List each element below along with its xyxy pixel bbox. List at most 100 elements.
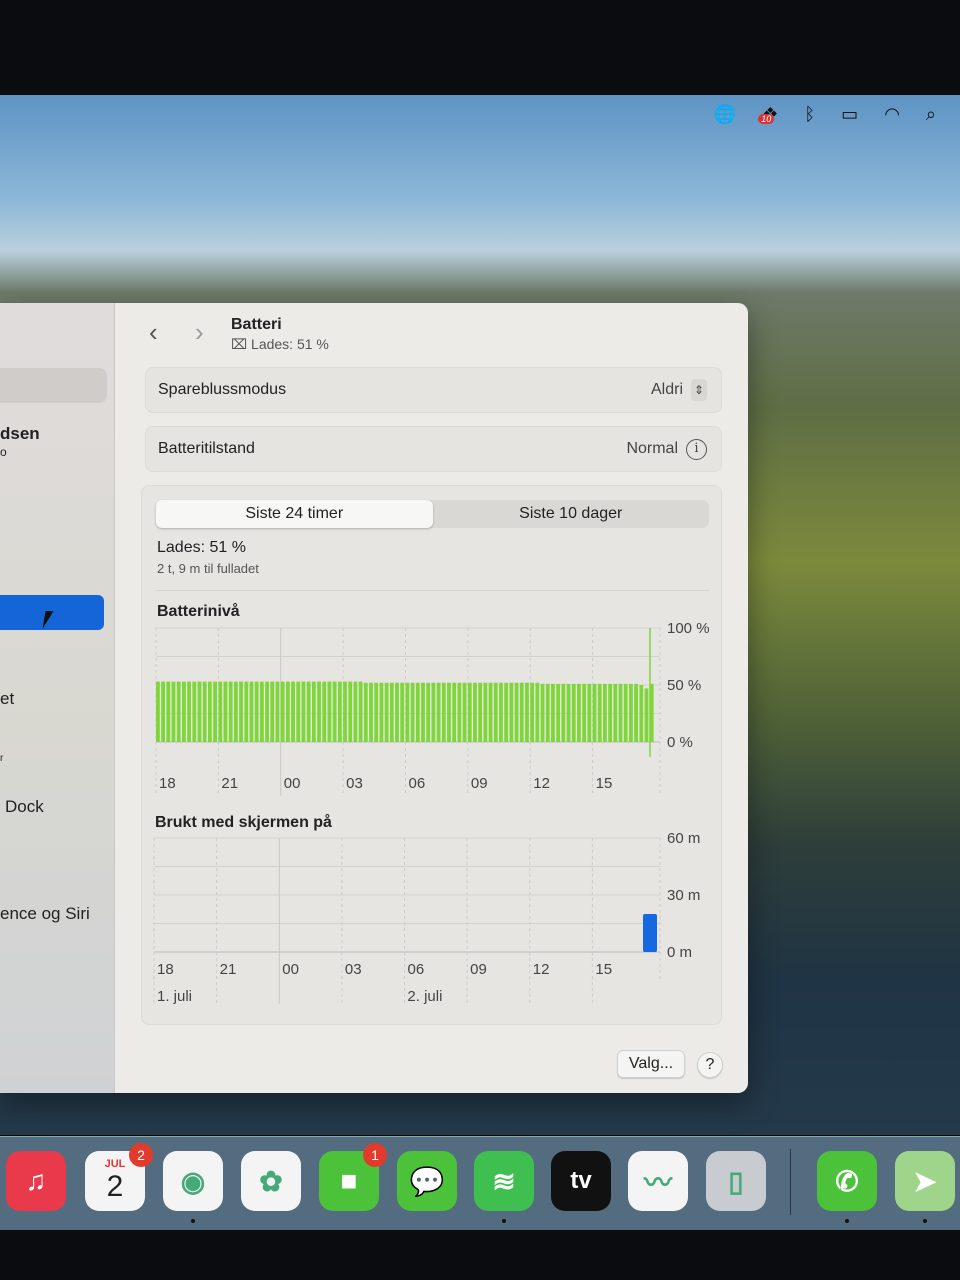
- battery-level-bar: [405, 682, 410, 742]
- music-icon[interactable]: ♫: [6, 1151, 66, 1211]
- battery-level-bar: [623, 683, 628, 742]
- battery-level-bar: [462, 682, 467, 742]
- battery-level-bar: [488, 682, 493, 742]
- battery-level-bar: [514, 682, 519, 742]
- battery-level-bar: [400, 682, 405, 742]
- battery-level-bar: [332, 681, 337, 742]
- battery-level-bar: [192, 681, 197, 742]
- running-indicator: [502, 1219, 506, 1223]
- x-tick-label: 03: [345, 961, 362, 978]
- battery-level-bar: [436, 682, 441, 742]
- battery-level-bar: [493, 682, 498, 742]
- battery-level-bar: [218, 681, 223, 742]
- x-tick-label: 18: [159, 775, 176, 792]
- battery-level-bar: [603, 683, 607, 742]
- dock-separator: [790, 1149, 791, 1215]
- y-tick-label: 0 m: [667, 944, 692, 961]
- battery-level-bar: [327, 681, 332, 742]
- battery-level-bar: [467, 682, 472, 742]
- x-tick-label: 15: [595, 961, 612, 978]
- battery-level-bar: [275, 681, 280, 742]
- running-indicator: [845, 1219, 849, 1223]
- battery-level-bar: [254, 681, 259, 742]
- battery-level-bar: [587, 683, 592, 742]
- running-indicator: [191, 1219, 195, 1223]
- x-tick-label: 09: [470, 961, 487, 978]
- battery-level-bar: [644, 688, 649, 742]
- battery-level-bar: [285, 681, 290, 742]
- battery-level-bar: [322, 681, 327, 742]
- battery-level-bar: [213, 681, 217, 742]
- x-tick-label: 00: [282, 961, 299, 978]
- calendar-icon[interactable]: JUL 2 2: [85, 1143, 153, 1211]
- battery-level-bar: [519, 682, 524, 742]
- y-tick-label: 60 m: [667, 830, 700, 847]
- battery-level-bar: [306, 681, 311, 742]
- dock: ♫ JUL 2 2 ◉ ✿ ■ 1 💬 ≋ tv 〰 ▯ ✆ ➤: [0, 1136, 960, 1230]
- whatsapp-icon[interactable]: ✆: [817, 1151, 877, 1223]
- battery-level-bar: [530, 682, 535, 742]
- messages-icon[interactable]: 💬: [397, 1151, 457, 1211]
- battery-level-bar: [597, 683, 602, 742]
- maps-icon[interactable]: ➤: [895, 1151, 955, 1223]
- battery-level-bar: [431, 682, 436, 742]
- battery-level-bar: [301, 681, 306, 742]
- battery-level-bar: [613, 683, 618, 742]
- battery-level-bar: [457, 682, 462, 742]
- battery-level-bar: [202, 681, 207, 742]
- battery-level-bar: [270, 681, 275, 742]
- battery-level-bar: [337, 681, 342, 742]
- notification-badge: 1: [363, 1143, 387, 1167]
- battery-level-bar: [639, 685, 644, 742]
- date-label: 1. juli: [157, 988, 192, 1005]
- battery-level-bar: [369, 682, 373, 742]
- battery-level-bar: [441, 682, 446, 742]
- charts-layer: 18 21 00 03 06 09 12 15 100 % 50 % 0 % 18 21 00 03 06 0…: [153, 620, 710, 1005]
- calendar-month: JUL: [104, 1158, 126, 1170]
- spotify-icon[interactable]: ≋: [474, 1151, 534, 1223]
- battery-level-bar: [410, 682, 415, 742]
- battery-level-bar: [166, 681, 171, 742]
- battery-level-bar: [577, 683, 581, 742]
- battery-level-bar: [311, 681, 316, 742]
- battery-level-bar: [384, 682, 389, 742]
- battery-level-bar: [348, 681, 353, 742]
- battery-level-chart: 18 21 00 03 06 09 12 15 100 % 50 % 0 %: [155, 620, 710, 796]
- chrome-icon[interactable]: ◉: [163, 1151, 223, 1223]
- battery-level-bar: [176, 681, 181, 742]
- battery-level-bar: [473, 682, 477, 742]
- running-indicator: [923, 1219, 927, 1223]
- notification-badge: 2: [129, 1143, 153, 1167]
- facetime-icon[interactable]: ■ 1: [319, 1143, 387, 1211]
- x-tick-label: 06: [408, 961, 425, 978]
- battery-level-bar: [363, 682, 368, 742]
- battery-level-bar: [478, 682, 483, 742]
- battery-level-bar: [280, 681, 285, 742]
- battery-level-bar: [618, 683, 623, 742]
- battery-level-bar: [545, 683, 550, 742]
- y-tick-label: 50 %: [667, 677, 701, 694]
- battery-level-bar: [343, 681, 347, 742]
- iphone-icon[interactable]: ▯: [706, 1151, 766, 1211]
- calendar-day: 2: [106, 1170, 124, 1203]
- battery-level-bar: [483, 682, 488, 742]
- battery-level-bar: [629, 683, 633, 742]
- battery-level-bar: [525, 682, 529, 742]
- battery-level-bar: [395, 682, 399, 742]
- battery-level-bar: [259, 681, 264, 742]
- battery-level-bar: [223, 681, 228, 742]
- battery-level-bar: [634, 683, 639, 742]
- battery-level-bar: [566, 683, 571, 742]
- battery-level-bar: [379, 682, 384, 742]
- x-tick-label: 15: [596, 775, 613, 792]
- appletv-icon[interactable]: tv: [551, 1151, 611, 1211]
- battery-level-bar: [415, 682, 420, 742]
- battery-level-bar: [239, 681, 243, 742]
- battery-level-bar: [452, 682, 457, 742]
- battery-level-bar: [556, 683, 561, 742]
- freeform-icon[interactable]: 〰: [628, 1151, 688, 1211]
- photos-icon[interactable]: ✿: [241, 1151, 301, 1211]
- battery-level-bar: [244, 681, 249, 742]
- battery-level-bar: [249, 681, 254, 742]
- x-tick-label: 12: [533, 775, 550, 792]
